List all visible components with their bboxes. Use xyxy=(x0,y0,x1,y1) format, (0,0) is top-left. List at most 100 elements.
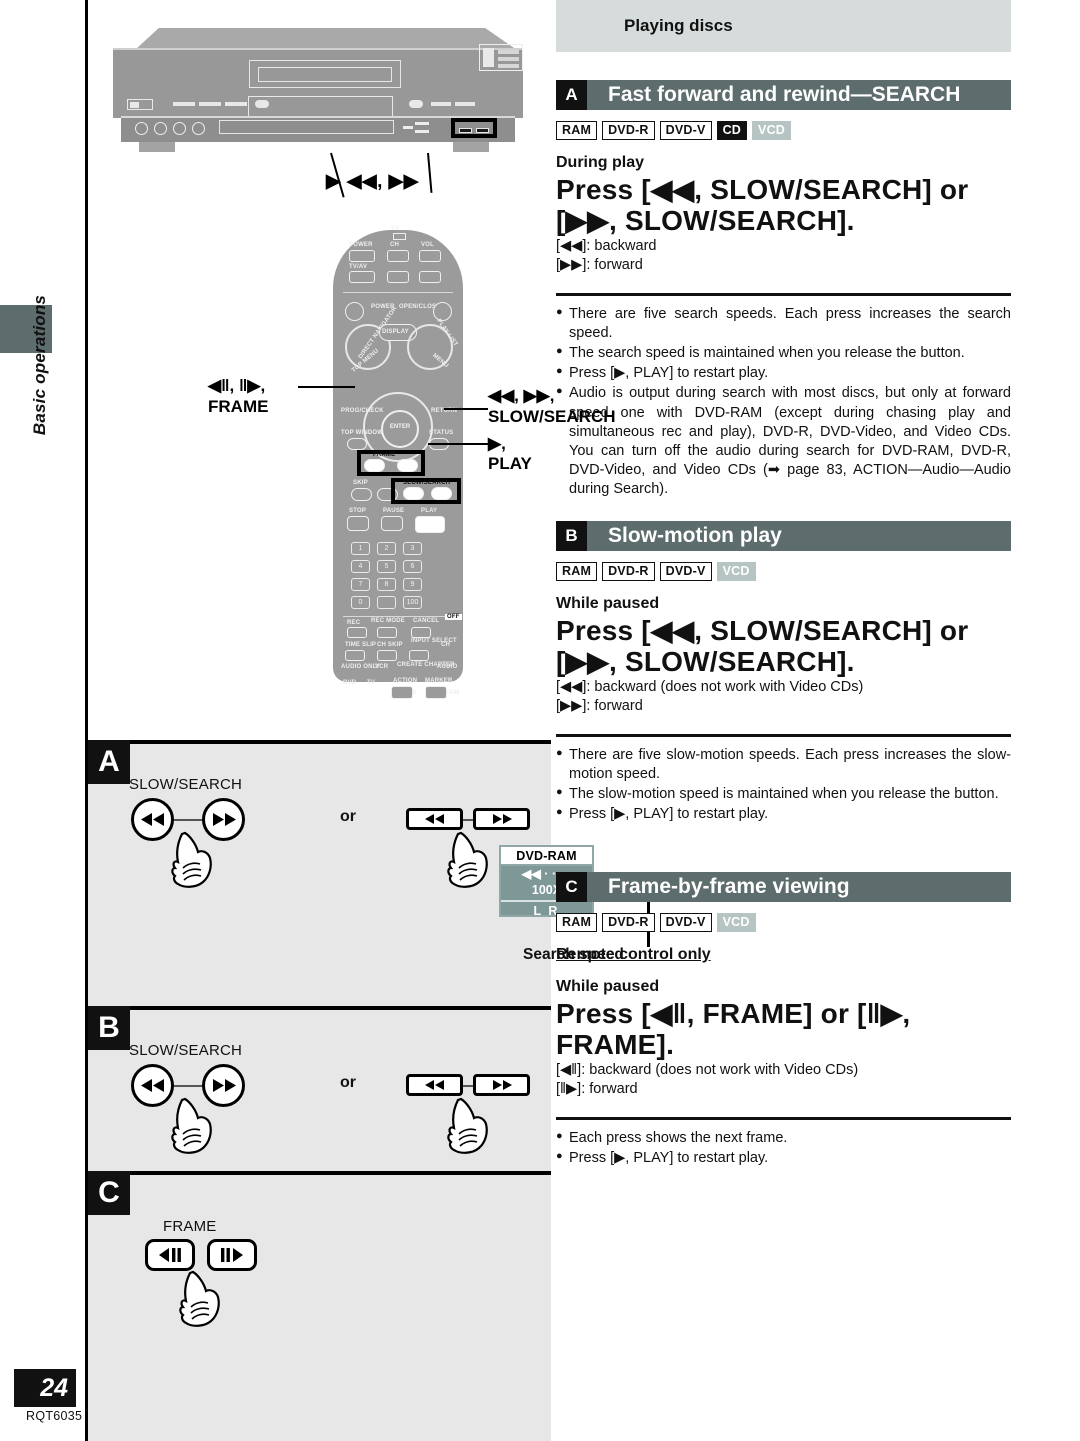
disc-badge-dvd-r: DVD-R xyxy=(602,121,655,140)
remote-label-ch-skip: CH SKIP xyxy=(377,642,403,648)
document-code: RQT6035 xyxy=(26,1409,83,1423)
section-c-remote-only: Remote control only xyxy=(556,946,711,963)
disc-badge-ram: RAM xyxy=(556,121,598,140)
section-b-divider xyxy=(556,733,1011,737)
side-rail: Basic operations 24 RQT6035 xyxy=(0,0,85,1441)
section-b-notes: There are five slow-motion speeds. Each … xyxy=(556,746,1011,825)
deck-rewind-button-a[interactable] xyxy=(406,808,463,830)
disc-badge-dvd-v: DVD-V xyxy=(659,913,712,932)
remote-frame-callout: ◀‖, ‖▶, FRAME xyxy=(208,375,268,418)
remote-label-slow-search: SLOW/SEARCH xyxy=(403,480,451,486)
note-item: There are five search speeds. Each press… xyxy=(556,305,1011,343)
section-b: B Slow-motion play RAM DVD-R DVD-V VCD W… xyxy=(556,521,1011,825)
section-b-key-line-2: [▶▶]: forward xyxy=(556,697,643,714)
remote-label-audio: AUDIO xyxy=(437,664,458,670)
note-item: There are five slow-motion speeds. Each … xyxy=(556,746,1011,784)
section-c-notes: Each press shows the next frame. Press [… xyxy=(556,1129,1011,1168)
remote-label-tv-btn: TV xyxy=(367,680,376,686)
remote-label-pause: PAUSE xyxy=(383,508,405,514)
rewind-search-button-b[interactable] xyxy=(131,1064,174,1107)
section-c-key-line-2: [‖▶]: forward xyxy=(556,1080,638,1097)
note-item: The search speed is maintained when you … xyxy=(556,344,1011,363)
note-item: Audio is output during search with most … xyxy=(556,384,1011,499)
pointing-hand-icon-a xyxy=(171,831,212,888)
disc-badge-vcd: VCD xyxy=(752,121,792,140)
section-a-title: Fast forward and rewind—SEARCH xyxy=(608,83,961,106)
deck-search-buttons-highlight xyxy=(451,118,497,138)
section-c-header: C Frame-by-frame viewing xyxy=(556,872,1011,902)
note-item: Press [▶, PLAY] to restart play. xyxy=(556,1149,1011,1168)
deck-callout-label: ▶ ◀◀, ▶▶ xyxy=(326,171,419,192)
section-a-disc-badges: RAM DVD-R DVD-V CD VCD xyxy=(556,121,1011,140)
page-number: 24 xyxy=(14,1369,76,1407)
disc-badge-dvd-v: DVD-V xyxy=(659,562,712,581)
section-a-header: A Fast forward and rewind—SEARCH xyxy=(556,80,1011,110)
left-section-a: A SLOW/SEARCH or xyxy=(88,740,551,1000)
remote-label-time-slip: TIME SLIP xyxy=(345,642,377,648)
side-rail-section-label: Basic operations xyxy=(30,294,49,436)
pointing-hand-icon-c xyxy=(179,1270,220,1327)
manual-page: Basic operations 24 RQT6035 ▶ ◀◀, ▶▶ TV … xyxy=(0,0,1080,1441)
remote-control-illustration: TV POWER CH VOL TV/AV POWER OPEN/CLOSE D… xyxy=(333,212,463,699)
remote-label-frame: FRAME xyxy=(373,452,396,458)
remote-label-marker: MARKER xyxy=(425,678,453,684)
remote-label-power-tv: POWER xyxy=(349,242,373,248)
left-section-b-badge: B xyxy=(88,1006,130,1050)
section-b-header: B Slow-motion play xyxy=(556,521,1011,551)
note-item: Each press shows the next frame. xyxy=(556,1129,1011,1148)
section-a-notes: There are five search speeds. Each press… xyxy=(556,305,1011,499)
section-c-letter: C xyxy=(556,872,587,902)
note-item: Press [▶, PLAY] to restart play. xyxy=(556,364,1011,383)
section-a-instruction: Press [◀◀, SLOW/SEARCH] or [▶▶, SLOW/SEA… xyxy=(556,174,969,237)
section-c-divider xyxy=(556,1116,1011,1120)
section-c-condition: While paused xyxy=(556,978,660,995)
remote-label-skip: SKIP xyxy=(353,480,368,486)
remote-label-cancel: CANCEL xyxy=(413,618,440,624)
rewind-search-button-a[interactable] xyxy=(131,798,174,841)
remote-label-rec: REC xyxy=(347,620,361,626)
slow-search-label-b: SLOW/SEARCH xyxy=(129,1042,243,1059)
deck-forward-button-a[interactable] xyxy=(473,808,530,830)
or-label-b: or xyxy=(340,1074,356,1091)
remote-label-rec-mode: REC MODE xyxy=(371,618,405,624)
remote-label-play: PLAY xyxy=(421,508,438,514)
remote-label-dvd: DVD xyxy=(343,680,357,686)
section-a: A Fast forward and rewind—SEARCH RAM DVD… xyxy=(556,80,1011,500)
illustration-area: ▶ ◀◀, ▶▶ TV POWER CH VOL TV/AV POWER OPE… xyxy=(88,0,616,740)
section-c-instruction: Press [◀‖, FRAME] or [‖▶, FRAME]. xyxy=(556,998,911,1061)
remote-label-ch-up: CH xyxy=(441,642,451,648)
disc-badge-dvd-v: DVD-V xyxy=(659,121,712,140)
chapter-title: Playing discs xyxy=(624,16,733,35)
disc-badge-ram: RAM xyxy=(556,913,598,932)
section-b-condition: While paused xyxy=(556,595,660,612)
slow-search-label-a: SLOW/SEARCH xyxy=(129,776,243,793)
remote-label-vcr: VCR xyxy=(375,664,389,670)
remote-label-status: STATUS xyxy=(429,430,454,436)
deck-rewind-button-b[interactable] xyxy=(406,1074,463,1096)
left-section-c: C FRAME xyxy=(88,1171,551,1441)
disc-badge-vcd: VCD xyxy=(716,913,756,932)
pointing-hand-icon-b xyxy=(171,1097,212,1154)
deck-forward-button-b[interactable] xyxy=(473,1074,530,1096)
remote-label-ch: CH xyxy=(390,242,400,248)
remote-label-stop: STOP xyxy=(349,508,367,514)
remote-label-prog-check: PROG/CHECK xyxy=(341,408,384,414)
section-b-letter: B xyxy=(556,521,587,551)
section-a-letter: A xyxy=(556,80,587,110)
section-a-key-line-1: [◀◀]: backward xyxy=(556,237,657,254)
section-b-title: Slow-motion play xyxy=(608,524,782,547)
disc-badge-dvd-r: DVD-R xyxy=(602,562,655,581)
pointing-hand-icon-a2 xyxy=(447,831,488,888)
disc-badge-dvd-r: DVD-R xyxy=(602,913,655,932)
section-c-key-line-1: [◀‖]: backward (does not work with Video… xyxy=(556,1061,859,1078)
remote-frame-callout-line2: FRAME xyxy=(208,397,269,417)
section-c-title: Frame-by-frame viewing xyxy=(608,875,850,898)
section-a-divider xyxy=(556,292,1011,296)
section-a-key-line-2: [▶▶]: forward xyxy=(556,256,643,273)
dvd-recorder-illustration xyxy=(113,28,523,153)
pointing-hand-icon-b2 xyxy=(447,1097,488,1154)
remote-slow-search-callout-line1: ◀◀, ▶▶, xyxy=(488,386,555,405)
disc-badge-vcd: VCD xyxy=(716,562,756,581)
remote-label-vol: VOL xyxy=(421,242,434,248)
disc-badge-cd: CD xyxy=(716,121,748,140)
